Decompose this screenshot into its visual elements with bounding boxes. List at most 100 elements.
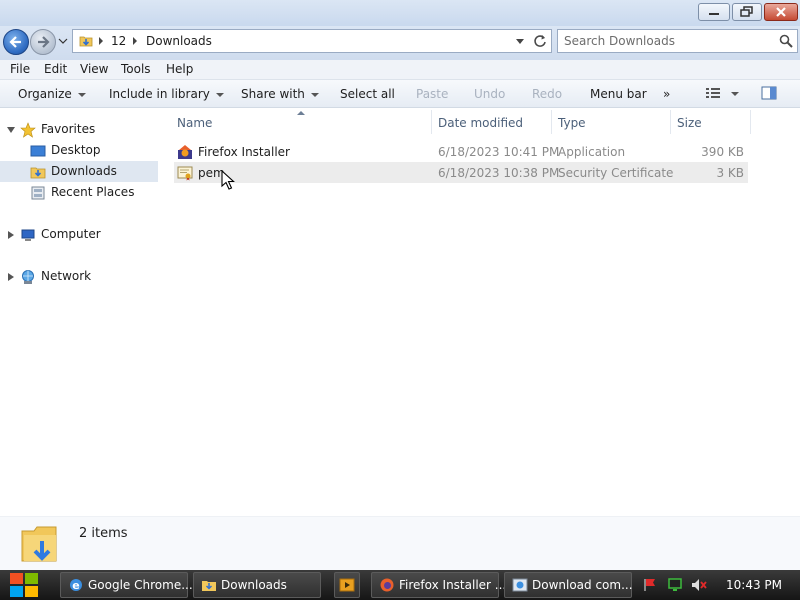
breadcrumb-downloads[interactable]: Downloads — [146, 34, 212, 48]
column-header-size[interactable]: Size — [671, 108, 751, 136]
search-input[interactable] — [564, 33, 764, 49]
close-icon — [776, 7, 786, 17]
organize-label: Organize — [18, 87, 72, 101]
command-bar: Organize Include in library Share with S… — [0, 80, 800, 108]
nav-computer[interactable]: Computer — [0, 224, 158, 245]
include-in-library-button[interactable]: Include in library — [109, 87, 224, 101]
refresh-icon[interactable] — [533, 34, 547, 48]
search-box[interactable] — [557, 29, 798, 53]
taskbar-chrome[interactable]: e Google Chrome... — [60, 572, 193, 598]
file-name: Firefox Installer — [198, 145, 290, 159]
more-commands-button[interactable]: » — [663, 87, 670, 101]
file-row-firefox-installer[interactable]: Firefox Installer 6/18/2023 10:41 PM App… — [174, 141, 748, 162]
start-button[interactable] — [6, 571, 42, 599]
nav-desktop[interactable]: Desktop — [0, 140, 158, 161]
expanded-arrow-icon[interactable] — [6, 125, 16, 135]
file-row-pem[interactable]: pem 6/18/2023 10:38 PM Security Certific… — [174, 162, 748, 183]
breadcrumb-separator-icon[interactable] — [97, 36, 105, 46]
certificate-icon — [177, 166, 193, 181]
view-options-icon[interactable] — [705, 86, 721, 100]
paste-button[interactable]: Paste — [416, 87, 448, 101]
include-in-library-label: Include in library — [109, 87, 210, 101]
firefox-installer-icon — [178, 145, 192, 159]
downloads-folder-icon — [30, 167, 46, 179]
mouse-cursor-icon — [221, 170, 235, 190]
menu-bar: File Edit View Tools Help — [0, 60, 800, 80]
nav-favorites-label: Favorites — [41, 122, 96, 136]
column-header-type-label: Type — [558, 116, 586, 130]
download-dialog-icon — [512, 578, 528, 592]
share-with-button[interactable]: Share with — [241, 87, 319, 101]
redo-button[interactable]: Redo — [532, 87, 562, 101]
minimize-icon — [709, 13, 719, 15]
action-center-flag-icon[interactable] — [643, 578, 657, 592]
column-header-size-label: Size — [677, 116, 702, 130]
menu-view[interactable]: View — [80, 62, 108, 76]
column-header-name-label: Name — [177, 116, 213, 130]
column-header-date-modified[interactable]: Date modified — [432, 108, 552, 136]
chevron-down-icon — [77, 92, 86, 97]
nav-recent-places-label: Recent Places — [51, 185, 135, 199]
recent-pages-dropdown-icon[interactable] — [58, 35, 68, 47]
nav-network-label: Network — [41, 269, 92, 283]
nav-downloads-label: Downloads — [51, 164, 117, 178]
address-history-dropdown-icon[interactable] — [515, 38, 525, 46]
nav-desktop-label: Desktop — [51, 143, 101, 157]
computer-icon — [21, 229, 35, 241]
address-bar[interactable]: 12 Downloads — [72, 29, 552, 53]
collapsed-arrow-icon[interactable] — [6, 230, 16, 240]
minimize-button[interactable] — [698, 3, 730, 21]
forward-button[interactable] — [30, 29, 56, 55]
taskbar-firefox-label: Firefox Installer ... — [399, 578, 507, 592]
nav-recent-places[interactable]: Recent Places — [0, 182, 158, 203]
chevron-down-icon[interactable] — [730, 91, 740, 97]
file-type: Security Certificate — [558, 166, 674, 180]
star-icon — [20, 122, 36, 138]
menu-help[interactable]: Help — [166, 62, 193, 76]
back-button[interactable] — [3, 29, 29, 55]
taskbar: e Google Chrome... Downloads Firefox Ins… — [0, 570, 800, 600]
volume-muted-icon[interactable] — [691, 578, 707, 592]
taskbar-downloads[interactable]: Downloads — [193, 572, 321, 598]
select-all-button[interactable]: Select all — [340, 87, 395, 101]
file-size: 390 KB — [701, 145, 744, 159]
column-divider[interactable] — [750, 110, 751, 134]
collapsed-arrow-icon[interactable] — [6, 272, 16, 282]
file-size: 3 KB — [716, 166, 744, 180]
restore-button[interactable] — [732, 3, 762, 21]
taskbar-download-complete[interactable]: Download com... — [504, 572, 633, 598]
column-header-type[interactable]: Type — [552, 108, 670, 136]
forward-arrow-icon — [38, 36, 50, 48]
clock[interactable]: 10:43 PM — [726, 578, 782, 592]
menu-file[interactable]: File — [10, 62, 30, 76]
chevron-down-icon — [310, 92, 319, 97]
firefox-icon — [380, 578, 394, 592]
nav-computer-label: Computer — [41, 227, 101, 241]
preview-pane-icon[interactable] — [761, 86, 777, 100]
taskbar-firefox-installer[interactable]: Firefox Installer ... — [371, 572, 506, 598]
undo-button[interactable]: Undo — [474, 87, 505, 101]
breadcrumb-12[interactable]: 12 — [111, 34, 126, 48]
menu-edit[interactable]: Edit — [44, 62, 67, 76]
downloads-folder-icon — [21, 526, 57, 562]
file-type: Application — [558, 145, 626, 159]
taskbar-chrome-label: Google Chrome... — [88, 578, 193, 592]
taskbar-media-player[interactable] — [334, 572, 360, 598]
column-header-name[interactable]: Name — [171, 108, 431, 136]
close-button[interactable] — [764, 3, 798, 21]
breadcrumb-separator-icon[interactable] — [131, 36, 139, 46]
file-list: Name Date modified Type Size Firefox Ins… — [158, 108, 800, 516]
nav-network[interactable]: Network — [0, 266, 158, 287]
details-pane: 2 items — [0, 516, 800, 570]
nav-downloads[interactable]: Downloads — [0, 161, 158, 182]
menu-bar-button[interactable]: Menu bar — [590, 87, 647, 101]
search-icon[interactable] — [779, 34, 793, 48]
window-titlebar — [0, 0, 800, 26]
nav-favorites[interactable]: Favorites — [0, 119, 158, 140]
organize-button[interactable]: Organize — [18, 87, 86, 101]
media-player-icon — [339, 578, 355, 592]
downloads-folder-icon — [202, 581, 216, 591]
menu-tools[interactable]: Tools — [121, 62, 151, 76]
downloads-folder-icon — [79, 36, 93, 47]
network-status-icon[interactable] — [667, 578, 683, 592]
